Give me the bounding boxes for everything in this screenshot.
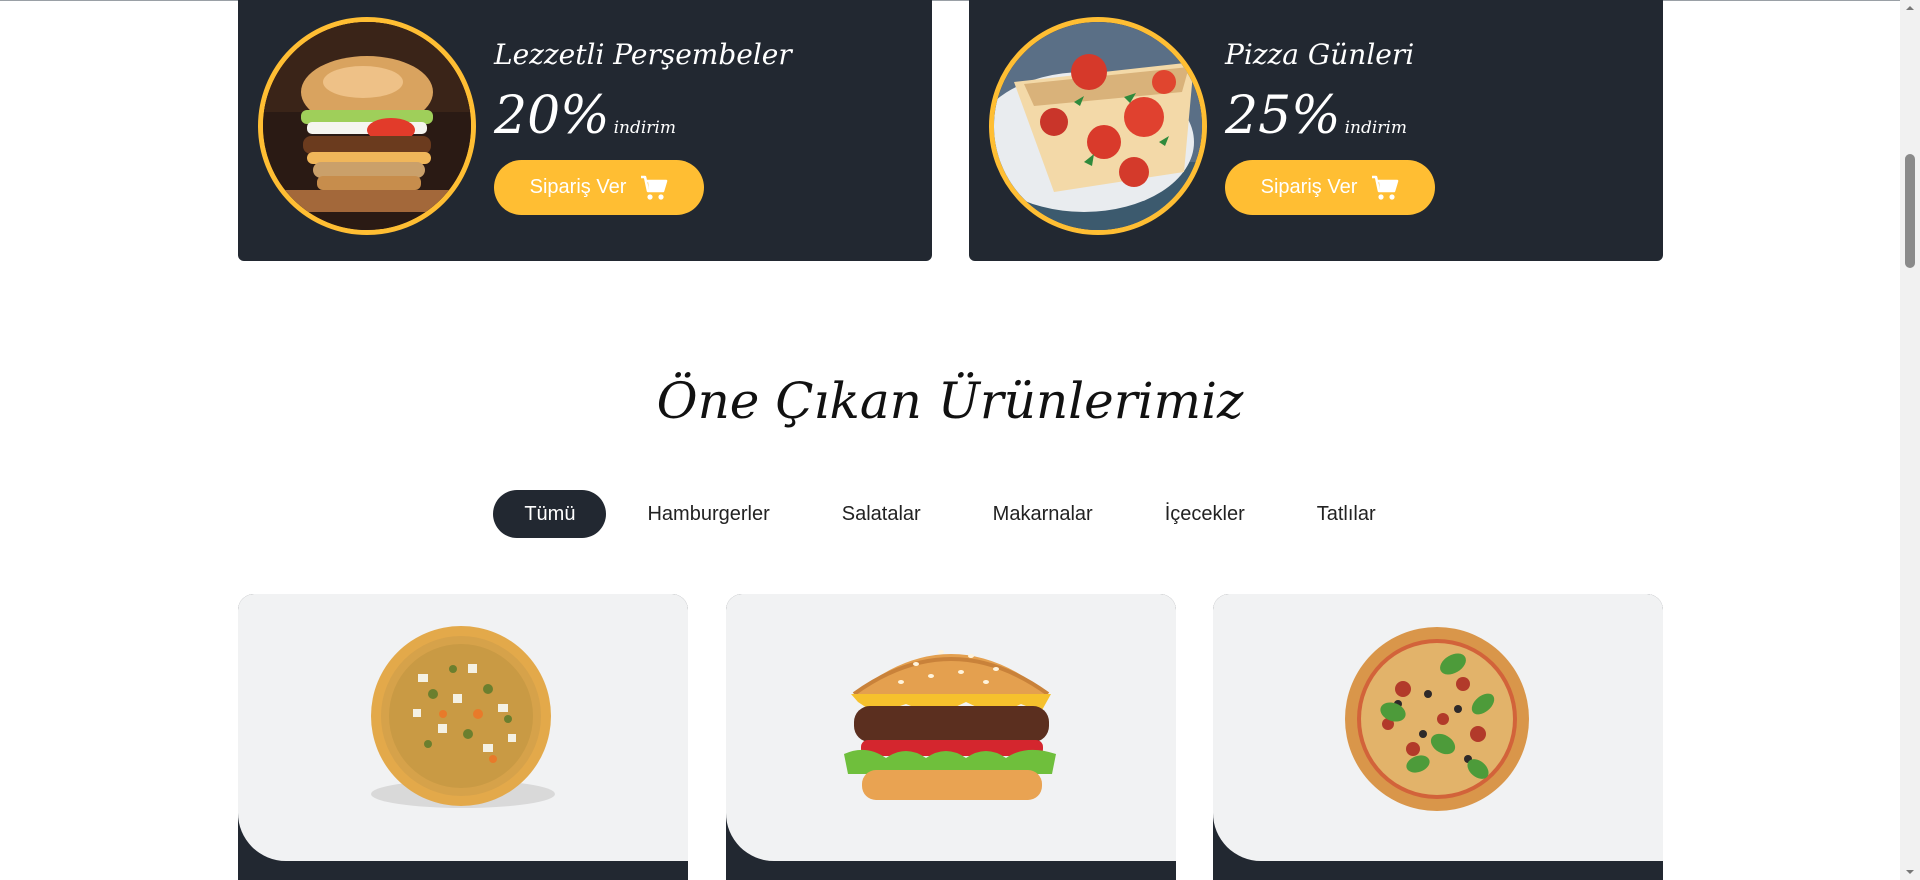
filter-tab-desserts[interactable]: Tatlılar bbox=[1286, 490, 1407, 538]
product-card[interactable] bbox=[238, 594, 688, 880]
pizza-image-icon bbox=[371, 626, 555, 808]
burger-image-icon bbox=[844, 650, 1056, 800]
scroll-thumb[interactable] bbox=[1905, 154, 1915, 268]
offer-card-thursday: Lezzetli Perşembeler 20% indirim Sipariş … bbox=[238, 0, 932, 261]
order-button-thursday[interactable]: Sipariş Ver bbox=[494, 160, 704, 215]
filter-tab-burgers[interactable]: Hamburgerler bbox=[616, 490, 800, 538]
offer-title: Pizza Günleri bbox=[1225, 38, 1415, 71]
section-title: Öne Çıkan Ürünlerimiz bbox=[656, 372, 1244, 430]
offer-discount: 20% indirim bbox=[494, 86, 676, 146]
cart-icon bbox=[1372, 175, 1399, 200]
filter-tab-all[interactable]: Tümü bbox=[493, 490, 607, 538]
offer-percent: 25% bbox=[1225, 86, 1341, 146]
offer-discount-label: indirim bbox=[1344, 118, 1407, 138]
filter-tab-salads[interactable]: Salatalar bbox=[811, 490, 952, 538]
offer-title: Lezzetli Perşembeler bbox=[494, 38, 792, 71]
scroll-up-icon[interactable] bbox=[1900, 0, 1920, 16]
page-scrollbar[interactable] bbox=[1900, 0, 1920, 880]
filter-tab-drinks[interactable]: İçecekler bbox=[1134, 490, 1276, 538]
scroll-down-icon[interactable] bbox=[1900, 864, 1920, 880]
offer-discount-label: indirim bbox=[613, 118, 676, 138]
pizza-image-icon bbox=[1345, 627, 1529, 811]
product-image-box bbox=[238, 594, 688, 861]
offer-discount: 25% indirim bbox=[1225, 86, 1407, 146]
offer-percent: 20% bbox=[494, 86, 610, 146]
burger-photo-icon bbox=[258, 17, 476, 235]
pizza-photo-icon bbox=[989, 17, 1207, 235]
filter-tabs: Tümü Hamburgerler Salatalar Makarnalar İ… bbox=[0, 490, 1900, 538]
filter-tab-pasta[interactable]: Makarnalar bbox=[962, 490, 1124, 538]
offer-card-pizza: Pizza Günleri 25% indirim Sipariş Ver bbox=[969, 0, 1663, 261]
product-card[interactable] bbox=[1213, 594, 1663, 880]
burger-photo-svg bbox=[263, 22, 471, 230]
product-image-box bbox=[726, 594, 1176, 861]
page: Lezzetli Perşembeler 20% indirim Sipariş … bbox=[0, 0, 1920, 880]
product-image-box bbox=[1213, 594, 1663, 861]
order-button-pizza[interactable]: Sipariş Ver bbox=[1225, 160, 1435, 215]
order-button-label: Sipariş Ver bbox=[1260, 176, 1358, 198]
pizza-photo-svg bbox=[994, 22, 1202, 230]
product-card[interactable] bbox=[726, 594, 1176, 880]
order-button-label: Sipariş Ver bbox=[529, 176, 627, 198]
cart-icon bbox=[641, 175, 668, 200]
